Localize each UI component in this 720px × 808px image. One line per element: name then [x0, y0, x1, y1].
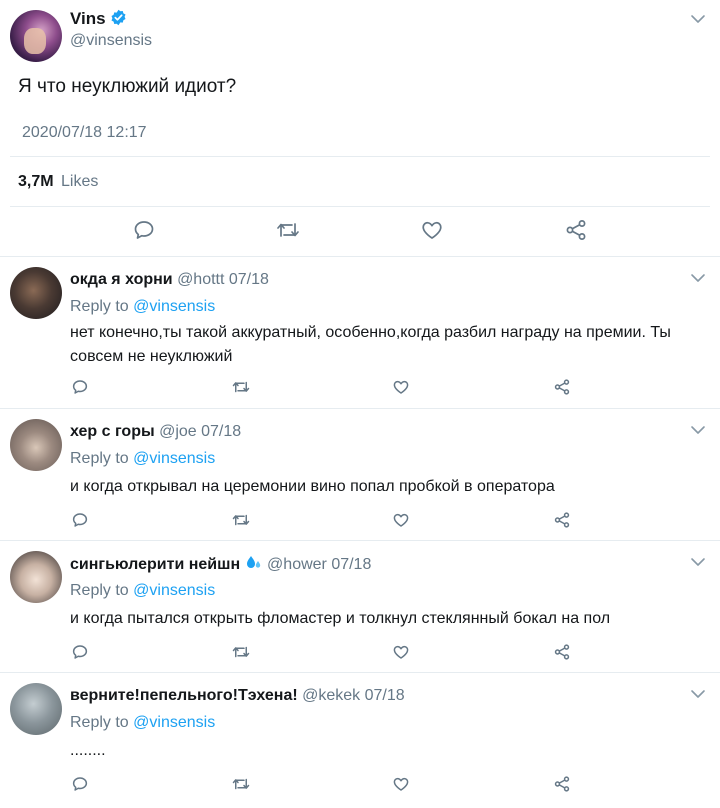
retweet-icon — [277, 223, 299, 237]
retweet-button[interactable] — [229, 375, 253, 399]
reply-tweet[interactable]: хер с горы @joe 07/18 Reply to @vinsensi… — [0, 408, 720, 540]
share-icon — [554, 512, 570, 528]
reply-button[interactable] — [68, 508, 92, 532]
like-button[interactable] — [418, 216, 446, 244]
reply-author-name: сингьюлерити нейшн — [70, 556, 241, 573]
reply-tweet[interactable]: верните!пепельного!Тэхена! @kekek 07/18 … — [0, 672, 720, 808]
share-button[interactable] — [550, 772, 574, 796]
retweet-button[interactable] — [229, 508, 253, 532]
retweet-button[interactable] — [274, 216, 302, 244]
reply-author-name: окда я хорни — [70, 271, 173, 288]
reply-button[interactable] — [130, 216, 158, 244]
retweet-icon — [232, 646, 250, 658]
share-icon — [554, 379, 570, 395]
chevron-down-icon[interactable] — [690, 689, 706, 699]
reply-to-mention[interactable]: @vinsensis — [133, 714, 215, 731]
reply-to-label: Reply to — [70, 582, 129, 599]
reply-text: и когда пытался открыть фломастер и толк… — [70, 610, 611, 627]
reply-to-label: Reply to — [70, 714, 129, 731]
reply-author-name: хер с горы — [70, 423, 155, 440]
share-button[interactable] — [550, 375, 574, 399]
reply-icon — [72, 645, 88, 659]
reply-button[interactable] — [68, 772, 92, 796]
reply-to-line: Reply to @vinsensis — [70, 298, 215, 316]
reply-button[interactable] — [68, 640, 92, 664]
reply-author[interactable]: хер с горы @joe 07/18 — [70, 423, 241, 441]
timestamp[interactable]: 2020/07/18 12:17 — [22, 124, 147, 142]
reply-author-handle: @hottt 07/18 — [177, 271, 269, 288]
retweet-icon — [232, 381, 250, 393]
reply-author-name: верните!пепельного!Тэхена! — [70, 687, 298, 704]
reply-to-label: Reply to — [70, 298, 129, 315]
divider — [10, 206, 710, 207]
reply-text: и когда открывал на церемонии вино попал… — [70, 478, 555, 495]
reply-text: ........ — [70, 742, 106, 759]
chevron-down-icon[interactable] — [690, 425, 706, 435]
likes-label[interactable]: Likes — [61, 173, 98, 191]
like-icon — [393, 777, 409, 791]
share-button[interactable] — [550, 640, 574, 664]
share-icon — [566, 220, 586, 240]
reply-author-handle: @kekek 07/18 — [302, 687, 405, 704]
reply-icon — [72, 777, 88, 791]
reply-to-mention[interactable]: @vinsensis — [133, 582, 215, 599]
reply-author[interactable]: верните!пепельного!Тэхена! @kekek 07/18 — [70, 687, 405, 705]
reply-to-mention[interactable]: @vinsensis — [133, 298, 215, 315]
chevron-down-icon[interactable] — [690, 14, 706, 24]
splash-emoji-icon — [246, 556, 260, 568]
retweet-button[interactable] — [229, 640, 253, 664]
tweet-text: Я что неуклюжий идиот? — [18, 76, 237, 97]
verified-icon — [111, 9, 126, 26]
likes-count[interactable]: 3,7M — [18, 173, 54, 191]
reply-to-line: Reply to @vinsensis — [70, 450, 215, 468]
like-icon — [422, 221, 442, 239]
avatar[interactable] — [10, 419, 62, 471]
chevron-down-icon[interactable] — [690, 557, 706, 567]
author-name[interactable]: Vins — [70, 9, 106, 29]
retweet-icon — [232, 514, 250, 526]
share-icon — [554, 644, 570, 660]
reply-icon — [72, 513, 88, 527]
reply-author[interactable]: сингьюлерити нейшн @hower 07/18 — [70, 555, 371, 574]
like-button[interactable] — [389, 640, 413, 664]
avatar[interactable] — [10, 267, 62, 319]
reply-author-handle: @joe 07/18 — [159, 423, 242, 440]
reply-author-handle: @hower 07/18 — [267, 556, 372, 573]
reply-button[interactable] — [68, 375, 92, 399]
divider — [10, 156, 710, 157]
like-button[interactable] — [389, 375, 413, 399]
like-icon — [393, 513, 409, 527]
avatar[interactable] — [10, 683, 62, 735]
share-button[interactable] — [562, 216, 590, 244]
reply-author[interactable]: окда я хорни @hottt 07/18 — [70, 271, 269, 289]
reply-icon — [72, 380, 88, 394]
avatar[interactable] — [10, 10, 62, 62]
author-handle[interactable]: @vinsensis — [70, 32, 152, 50]
like-icon — [393, 645, 409, 659]
share-button[interactable] — [550, 508, 574, 532]
reply-tweet[interactable]: окда я хорни @hottt 07/18 Reply to @vins… — [0, 256, 720, 408]
reply-to-line: Reply to @vinsensis — [70, 582, 215, 600]
like-button[interactable] — [389, 772, 413, 796]
like-icon — [393, 380, 409, 394]
reply-to-line: Reply to @vinsensis — [70, 714, 215, 732]
chevron-down-icon[interactable] — [690, 273, 706, 283]
reply-text: нет конечно,ты такой аккуратный, особенн… — [70, 324, 671, 365]
main-tweet: Vins @vinsensis Я что неуклюжий идиот? 2… — [0, 0, 720, 256]
reply-to-label: Reply to — [70, 450, 129, 467]
retweet-button[interactable] — [229, 772, 253, 796]
retweet-icon — [232, 778, 250, 790]
share-icon — [554, 776, 570, 792]
reply-icon — [134, 221, 154, 239]
reply-to-mention[interactable]: @vinsensis — [133, 450, 215, 467]
like-button[interactable] — [389, 508, 413, 532]
reply-tweet[interactable]: сингьюлерити нейшн @hower 07/18 Reply to… — [0, 540, 720, 672]
avatar[interactable] — [10, 551, 62, 603]
